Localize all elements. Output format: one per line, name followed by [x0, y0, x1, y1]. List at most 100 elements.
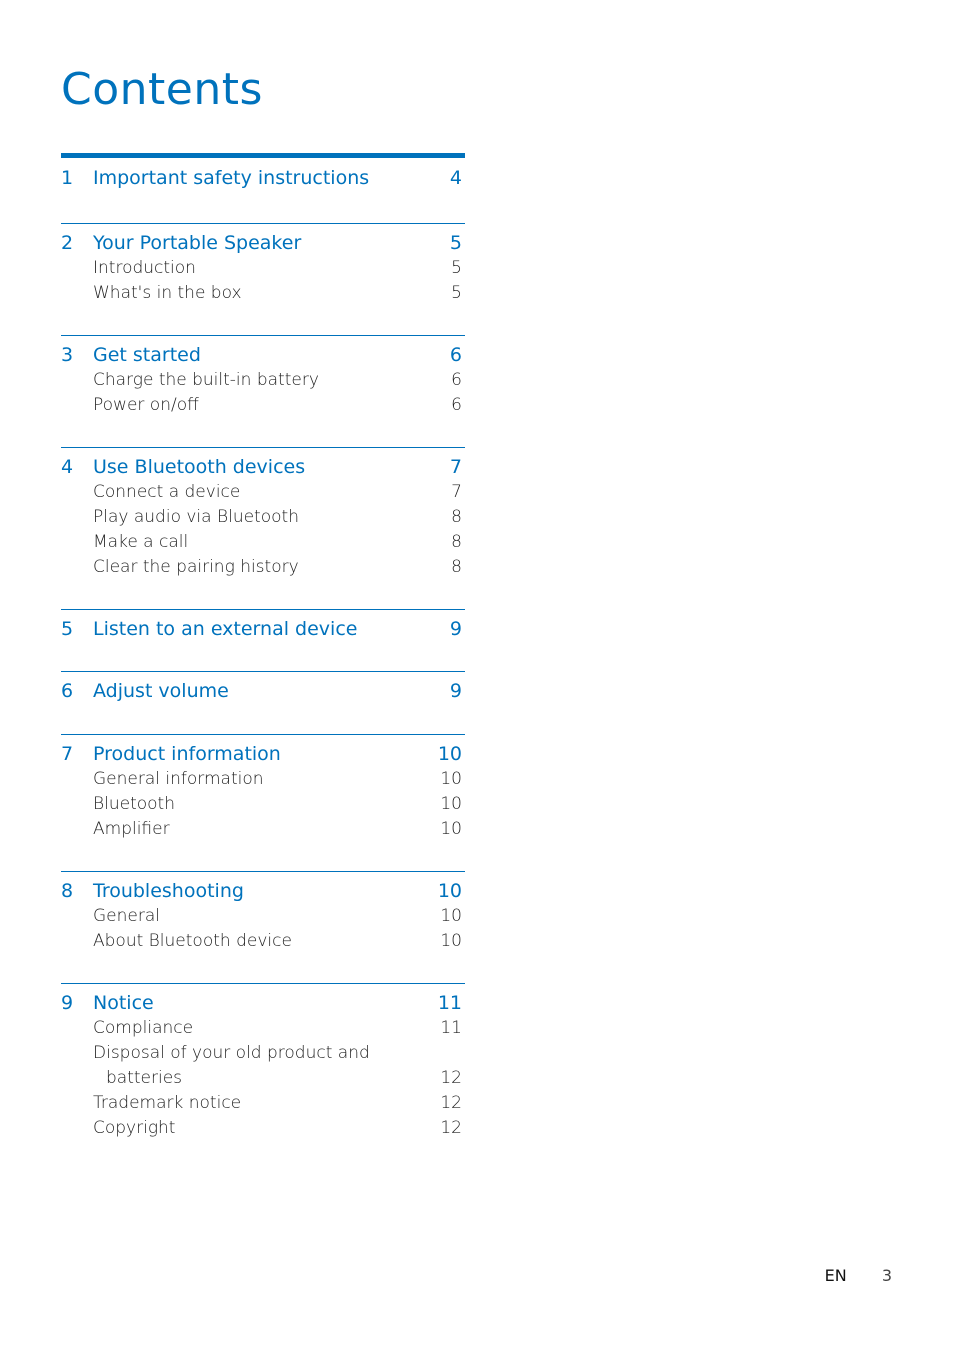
subsection-page: 6	[451, 395, 462, 415]
chapter-number: 5	[61, 618, 74, 640]
subsection-page: 12	[440, 1068, 462, 1088]
chapter-number: 7	[61, 743, 74, 765]
chapter-page: 9	[449, 618, 462, 640]
chapter-title[interactable]: Product information	[93, 742, 281, 767]
toc-subsection-entry[interactable]: Charge the built-in battery 6	[61, 368, 465, 393]
toc-section: 7 Product information 10 General informatio…	[61, 734, 465, 871]
subsection-page: 8	[451, 557, 462, 577]
chapter-title[interactable]: Notice	[93, 991, 154, 1016]
toc-subsection-entry[interactable]: Introduction 5	[61, 256, 465, 281]
toc-chapter-entry[interactable]: 1 Important safety instructions 4	[61, 166, 465, 191]
subsection-title[interactable]: Disposal of your old product and	[93, 1041, 370, 1066]
toc-subsection-entry[interactable]: Disposal of your old product and	[61, 1041, 465, 1066]
chapter-title[interactable]: Your Portable Speaker	[93, 231, 301, 256]
toc-subsection-entry[interactable]: Connect a device 7	[61, 480, 465, 505]
subsection-title[interactable]: Play audio via Bluetooth	[93, 505, 299, 530]
toc-chapter-entry[interactable]: 2 Your Portable Speaker 5	[61, 231, 465, 256]
subsection-title[interactable]: Trademark notice	[93, 1091, 241, 1116]
subsection-page: 11	[440, 1018, 462, 1038]
subsection-page: 8	[451, 532, 462, 552]
chapter-page: 10	[437, 880, 462, 902]
page-number: 3	[881, 1266, 892, 1285]
subsection-page: 10	[440, 769, 462, 789]
toc-subsection-entry[interactable]: Compliance 11	[61, 1016, 465, 1041]
chapter-number: 8	[61, 880, 74, 902]
subsection-title[interactable]: Make a call	[93, 530, 188, 555]
subsection-page: 7	[451, 482, 462, 502]
toc-section: 6 Adjust volume 9	[61, 671, 465, 734]
subsection-title[interactable]: About Bluetooth device	[93, 929, 292, 954]
toc-section: 9 Notice 11 Compliance 11 Disposal of your ol…	[61, 983, 465, 1143]
subsection-title[interactable]: Introduction	[93, 256, 196, 281]
subsection-title[interactable]: General information	[93, 767, 264, 792]
toc-section: 3 Get started 6 Charge the built-in battery…	[61, 335, 465, 447]
toc-section: 5 Listen to an external device 9	[61, 609, 465, 671]
chapter-number: 4	[61, 456, 74, 478]
toc-subsection-entry[interactable]: General 10	[61, 904, 465, 929]
subsection-title[interactable]: Bluetooth	[93, 792, 175, 817]
language-code: EN	[824, 1266, 847, 1285]
toc-subsection-entry[interactable]: Amplifier 10	[61, 817, 465, 842]
toc-subsection-entry[interactable]: General information 10	[61, 767, 465, 792]
subsection-page: 5	[451, 258, 462, 278]
subsection-page: 10	[440, 906, 462, 926]
toc-chapter-entry[interactable]: 6 Adjust volume 9	[61, 679, 465, 704]
page-footer: EN 3	[825, 1266, 892, 1285]
toc-subsection-entry[interactable]: batteries 12	[61, 1066, 465, 1091]
toc-chapter-entry[interactable]: 9 Notice 11	[61, 991, 465, 1016]
toc-section: 1 Important safety instructions 4	[61, 153, 465, 223]
subsection-title[interactable]: Connect a device	[93, 480, 240, 505]
chapter-number: 3	[61, 344, 74, 366]
toc-chapter-entry[interactable]: 5 Listen to an external device 9	[61, 617, 465, 642]
table-of-contents: 1 Important safety instructions 4 2 Your Por…	[61, 153, 465, 1143]
chapter-page: 10	[437, 743, 462, 765]
subsection-title[interactable]: batteries	[106, 1066, 182, 1091]
toc-subsection-entry[interactable]: Bluetooth 10	[61, 792, 465, 817]
chapter-number: 2	[61, 232, 74, 254]
chapter-title[interactable]: Adjust volume	[93, 679, 229, 704]
subsection-title[interactable]: Clear the pairing history	[93, 555, 299, 580]
toc-subsection-entry[interactable]: Make a call 8	[61, 530, 465, 555]
subsection-page: 10	[440, 931, 462, 951]
chapter-page: 11	[437, 992, 462, 1014]
toc-chapter-entry[interactable]: 8 Troubleshooting 10	[61, 879, 465, 904]
toc-chapter-entry[interactable]: 3 Get started 6	[61, 343, 465, 368]
toc-subsection-entry[interactable]: Power on/off 6	[61, 393, 465, 418]
subsection-title[interactable]: What's in the box	[93, 281, 242, 306]
chapter-number: 9	[61, 992, 74, 1014]
chapter-number: 1	[61, 167, 74, 189]
chapter-title[interactable]: Important safety instructions	[93, 166, 369, 191]
toc-subsection-entry[interactable]: Clear the pairing history 8	[61, 555, 465, 580]
subsection-page: 10	[440, 819, 462, 839]
subsection-page: 10	[440, 794, 462, 814]
toc-section: 2 Your Portable Speaker 5 Introduction 5 What…	[61, 223, 465, 335]
toc-section: 8 Troubleshooting 10 General 10 About Bluetoo…	[61, 871, 465, 983]
chapter-title[interactable]: Get started	[93, 343, 201, 368]
subsection-title[interactable]: Charge the built-in battery	[93, 368, 319, 393]
chapter-page: 7	[449, 456, 462, 478]
chapter-page: 9	[449, 680, 462, 702]
chapter-number: 6	[61, 680, 74, 702]
subsection-title[interactable]: Power on/off	[93, 393, 199, 418]
toc-subsection-entry[interactable]: Copyright 12	[61, 1116, 465, 1141]
subsection-page: 12	[440, 1118, 462, 1138]
chapter-title[interactable]: Troubleshooting	[93, 879, 244, 904]
page-title: Contents	[61, 64, 263, 115]
toc-subsection-entry[interactable]: About Bluetooth device 10	[61, 929, 465, 954]
subsection-title[interactable]: Compliance	[93, 1016, 193, 1041]
toc-subsection-entry[interactable]: Trademark notice 12	[61, 1091, 465, 1116]
subsection-title[interactable]: Amplifier	[93, 817, 170, 842]
subsection-page: 6	[451, 370, 462, 390]
toc-chapter-entry[interactable]: 7 Product information 10	[61, 742, 465, 767]
chapter-page: 5	[449, 232, 462, 254]
subsection-page: 8	[451, 507, 462, 527]
toc-chapter-entry[interactable]: 4 Use Bluetooth devices 7	[61, 455, 465, 480]
chapter-title[interactable]: Listen to an external device	[93, 617, 357, 642]
subsection-page: 12	[440, 1093, 462, 1113]
chapter-title[interactable]: Use Bluetooth devices	[93, 455, 305, 480]
subsection-page: 5	[451, 283, 462, 303]
toc-subsection-entry[interactable]: What's in the box 5	[61, 281, 465, 306]
subsection-title[interactable]: General	[93, 904, 160, 929]
subsection-title[interactable]: Copyright	[93, 1116, 175, 1141]
toc-subsection-entry[interactable]: Play audio via Bluetooth 8	[61, 505, 465, 530]
